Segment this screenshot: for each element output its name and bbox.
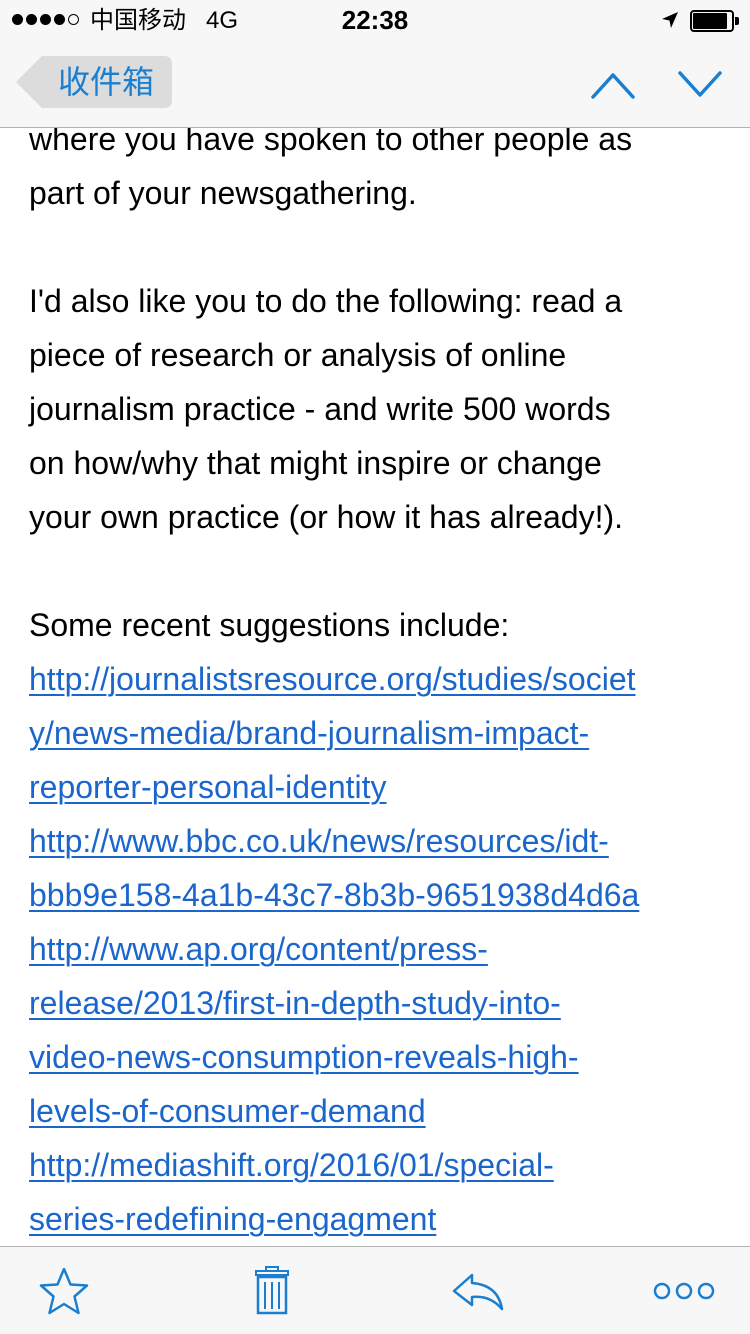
next-message-button[interactable] bbox=[678, 70, 722, 100]
message-line: on how/why that might inspire or change bbox=[29, 445, 602, 481]
message-line: I'd also like you to do the following: r… bbox=[29, 283, 623, 319]
previous-message-button[interactable] bbox=[591, 70, 635, 100]
link-line: video-news-consumption-reveals-high- bbox=[29, 1039, 579, 1075]
reply-button[interactable] bbox=[450, 1265, 506, 1317]
more-actions-button[interactable] bbox=[652, 1265, 715, 1317]
trash-icon bbox=[255, 1266, 289, 1315]
research-link-mediashift[interactable]: http://mediashift.org/2016/01/special- s… bbox=[29, 1138, 729, 1246]
more-icon bbox=[653, 1282, 715, 1300]
message-paragraph: I'd also like you to do the following: r… bbox=[29, 274, 729, 544]
reply-icon bbox=[452, 1273, 504, 1311]
message-body[interactable]: where you have spoken to other people as… bbox=[0, 128, 750, 1246]
message-paragraph: where you have spoken to other people as… bbox=[29, 128, 729, 220]
link-line: y/news-media/brand-journalism-impact- bbox=[29, 715, 590, 751]
link-line: levels-of-consumer-demand bbox=[29, 1093, 426, 1129]
status-time: 22:38 bbox=[341, 5, 409, 35]
back-to-inbox-button[interactable]: 收件箱 bbox=[14, 54, 174, 110]
link-line: http://www.bbc.co.uk/news/resources/idt- bbox=[29, 823, 609, 859]
link-line: http://mediashift.org/2016/01/special- bbox=[29, 1147, 554, 1183]
navigation-bar: 收件箱 bbox=[0, 40, 750, 128]
star-icon bbox=[39, 1267, 89, 1315]
chevron-up-icon bbox=[591, 73, 635, 99]
link-line: release/2013/first-in-depth-study-into- bbox=[29, 985, 561, 1021]
status-bar: 中国移动 4G 22:38 bbox=[0, 0, 750, 40]
research-link-ap[interactable]: http://www.ap.org/content/press- release… bbox=[29, 922, 729, 1138]
message-line: piece of research or analysis of online bbox=[29, 337, 567, 373]
battery-icon bbox=[690, 10, 740, 32]
research-link-journalistsresource[interactable]: http://journalistsresource.org/studies/s… bbox=[29, 652, 729, 814]
location-arrow-icon bbox=[661, 11, 679, 29]
link-line: series-redefining-engagment bbox=[29, 1201, 437, 1237]
suggestions-intro: Some recent suggestions include: bbox=[29, 607, 510, 643]
message-line: where you have spoken to other people as bbox=[29, 128, 633, 157]
link-line: http://journalistsresource.org/studies/s… bbox=[29, 661, 636, 697]
bottom-toolbar bbox=[0, 1246, 750, 1334]
delete-button[interactable] bbox=[244, 1265, 300, 1317]
message-line: journalism practice - and write 500 word… bbox=[29, 391, 611, 427]
message-line: your own practice (or how it has already… bbox=[29, 499, 624, 535]
link-line: bbb9e158-4a1b-43c7-8b3b-9651938d4d6a bbox=[29, 877, 640, 913]
suggestions-paragraph: Some recent suggestions include: http://… bbox=[29, 598, 729, 1246]
flag-button[interactable] bbox=[36, 1265, 92, 1317]
back-button-label: 收件箱 bbox=[58, 64, 155, 100]
research-link-bbc[interactable]: http://www.bbc.co.uk/news/resources/idt-… bbox=[29, 814, 729, 922]
message-line: part of your newsgathering. bbox=[29, 175, 417, 211]
chevron-down-icon bbox=[678, 71, 722, 97]
link-line: http://www.ap.org/content/press- bbox=[29, 931, 488, 967]
link-line: reporter-personal-identity bbox=[29, 769, 387, 805]
